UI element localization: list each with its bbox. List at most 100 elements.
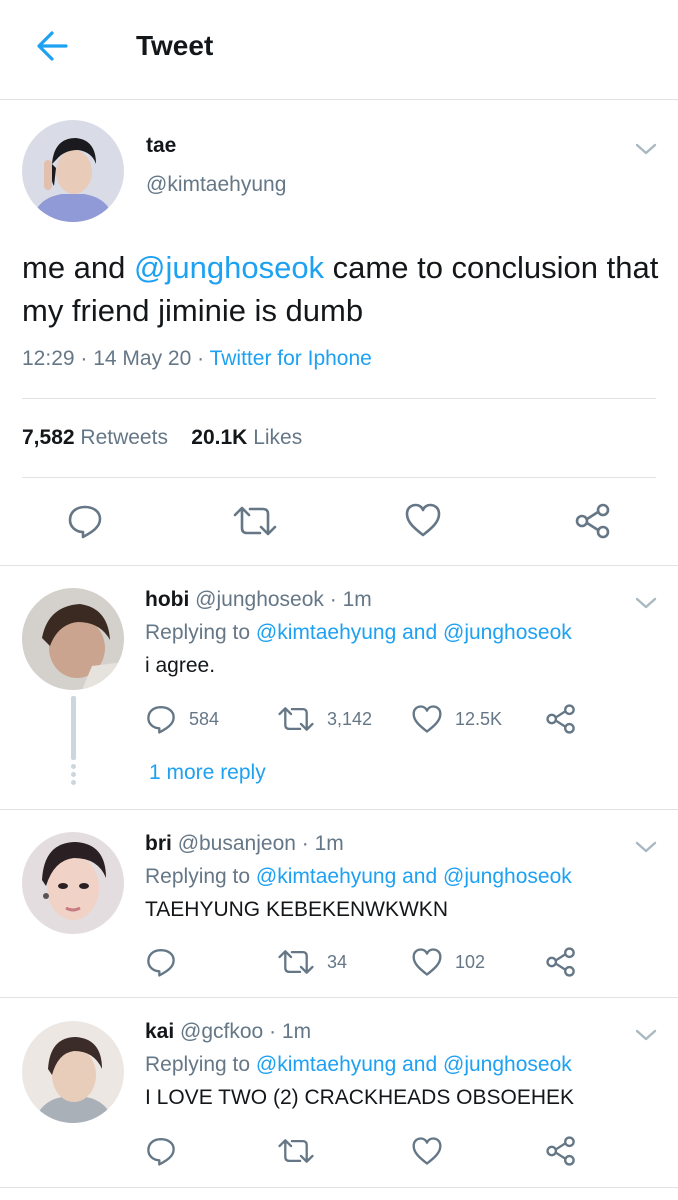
tweet-text-part: me and [22,250,135,285]
reply-button[interactable] [145,945,189,979]
tweet-stats: 7,582 Retweets 20.1K Likes [22,426,302,450]
reply-actions [145,1134,645,1168]
mention-link[interactable]: @kimtaehyung [256,621,396,644]
separator: · [323,588,343,611]
mention-link[interactable]: @junghoseok [443,621,572,644]
heart-icon [412,948,442,976]
share-button[interactable] [545,702,577,736]
chevron-down-icon[interactable] [634,595,658,611]
like-count: 102 [455,951,486,972]
author-name[interactable]: tae [146,134,176,158]
tweet-time: 12:29 [22,347,75,370]
mention-link[interactable]: @kimtaehyung [256,1053,396,1076]
reply-header: bri @busanjeon · 1m [145,832,344,856]
like-button[interactable]: 12.5K [411,702,502,736]
reply-author-handle[interactable]: @gcfkoo [180,1020,263,1043]
retweets-label: Retweets [80,426,168,449]
share-button[interactable] [545,1134,577,1168]
reply-button[interactable]: 584 [145,702,219,736]
replying-to: Replying to @kimtaehyung and @junghoseok [145,621,572,645]
retweet-button[interactable]: 34 [277,945,347,979]
likes-label: Likes [253,426,303,449]
retweet-icon [278,1139,314,1163]
replying-prefix: Replying to [145,865,256,888]
reply-author-handle[interactable]: @busanjeon [178,832,296,855]
retweets-stat[interactable]: 7,582 Retweets [22,426,168,449]
mention-link[interactable]: @junghoseok [443,1053,572,1076]
separator: · [74,347,94,370]
like-count: 12.5K [455,708,503,729]
reply-count: 584 [189,708,220,729]
divider [22,477,656,478]
back-button[interactable] [30,26,74,66]
share-icon [546,1136,575,1166]
reply-author-name[interactable]: hobi [145,588,189,611]
retweet-count: 3,142 [327,708,373,729]
chevron-down-icon[interactable] [634,839,658,855]
heart-icon[interactable] [404,502,442,538]
reply-icon[interactable] [66,502,104,540]
top-bar: Tweet [0,0,678,100]
reply-tweet[interactable]: kai @gcfkoo · 1m Replying to @kimtaehyun… [0,998,678,1188]
share-icon[interactable] [574,502,612,540]
avatar[interactable] [22,120,124,222]
more-replies-link[interactable]: 1 more reply [149,761,266,785]
replying-prefix: Replying to [145,1053,256,1076]
reply-tweet[interactable]: bri @busanjeon · 1m Replying to @kimtaeh… [0,810,678,998]
retweets-count: 7,582 [22,426,75,449]
likes-stat[interactable]: 20.1K Likes [191,426,302,449]
reply-author-name[interactable]: kai [145,1020,174,1043]
retweet-button[interactable]: 3,142 [277,702,372,736]
reply-icon [147,949,175,977]
likes-count: 20.1K [191,426,248,449]
reply-time: 1m [314,832,344,855]
avatar[interactable] [22,1021,124,1123]
reply-tweet[interactable]: hobi @junghoseok · 1m Replying to @kimta… [0,566,678,810]
mention-link[interactable]: @junghoseok [443,865,572,888]
author-handle[interactable]: @kimtaehyung [146,173,286,197]
chevron-down-icon[interactable] [634,1027,658,1043]
replying-and: and [396,865,444,888]
like-button[interactable]: 102 [411,945,485,979]
reply-icon [147,1138,175,1166]
arrow-left-icon [37,31,68,61]
retweet-icon [278,707,314,731]
thread-line [71,696,76,760]
tweet-text: me and @junghoseok came to conclusion th… [22,246,662,332]
avatar[interactable] [22,588,124,690]
chevron-down-icon[interactable] [634,141,658,157]
retweet-icon[interactable] [232,504,278,538]
tweet-date: 14 May 20 [93,347,192,370]
reply-author-handle[interactable]: @junghoseok [195,588,324,611]
mention-link[interactable]: @kimtaehyung [256,865,396,888]
heart-icon [412,705,442,733]
replying-to: Replying to @kimtaehyung and @junghoseok [145,1053,572,1077]
share-icon [546,704,575,734]
retweet-button[interactable] [277,1134,327,1168]
mention-link[interactable]: @junghoseok [134,250,324,285]
like-button[interactable] [411,1134,455,1168]
reply-actions: 584 3,142 12.5K [145,702,645,736]
reply-button[interactable] [145,1134,189,1168]
reply-icon [147,706,175,734]
share-button[interactable] [545,945,577,979]
separator: · [263,1020,282,1043]
reply-text: i agree. [145,654,216,677]
separator: · [295,832,315,855]
thread-dots [71,764,77,788]
reply-text: I LOVE TWO (2) CRACKHEADS OBSOEHEK [145,1086,575,1109]
reply-time: 1m [342,588,372,611]
share-icon [546,947,575,977]
reply-header: kai @gcfkoo · 1m [145,1020,311,1044]
divider [22,398,656,399]
reply-text: TAEHYUNG KEBEKENWKWKN [145,898,448,921]
avatar[interactable] [22,832,124,934]
reply-time: 1m [281,1020,312,1043]
source-link[interactable]: Twitter for Iphone [210,347,372,370]
heart-icon [412,1137,442,1165]
replying-to: Replying to @kimtaehyung and @junghoseok [145,865,572,889]
main-tweet: tae @kimtaehyung me and @junghoseok came… [0,100,678,566]
page-title: Tweet [136,30,214,61]
reply-author-name[interactable]: bri [145,832,172,855]
replying-and: and [396,621,444,644]
